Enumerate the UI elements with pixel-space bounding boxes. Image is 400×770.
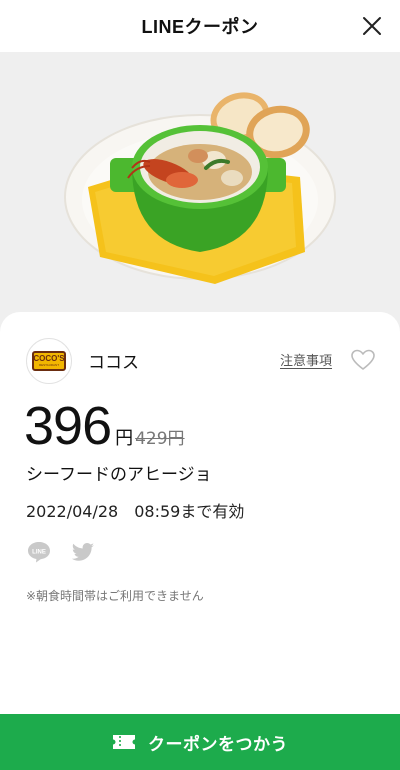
terms-link[interactable]: 注意事項 — [280, 350, 332, 369]
shop-logo: COCO'S RESTAURANT — [26, 338, 72, 384]
ticket-icon — [113, 735, 135, 749]
expiry-date: 2022/04/28 08:59まで有効 — [26, 502, 245, 521]
ajillo-photo — [0, 52, 400, 332]
shop-row: COCO'S RESTAURANT ココス 注意事項 — [26, 338, 376, 384]
coupon-hero-image — [0, 52, 400, 332]
heart-outline-icon[interactable] — [350, 348, 376, 372]
price-row: 396 円 429円 — [24, 396, 185, 456]
close-icon[interactable] — [360, 14, 384, 38]
svg-text:LINE: LINE — [32, 550, 46, 556]
header-title: LINEクーポン — [141, 17, 259, 37]
coupon-card: COCO'S RESTAURANT ココス 注意事項 396 円 429円 シー… — [0, 312, 400, 770]
original-price: 429円 — [135, 429, 185, 449]
use-coupon-label: クーポンをつかう — [148, 734, 288, 755]
use-coupon-button[interactable]: クーポンをつかう — [0, 714, 400, 770]
current-price: 396 — [24, 396, 112, 456]
cocos-logo-badge: COCO'S RESTAURANT — [32, 351, 66, 371]
shop-name: ココス — [88, 353, 139, 373]
logo-sub-text: RESTAURANT — [38, 363, 60, 367]
line-icon[interactable]: LINE — [26, 540, 52, 564]
header-bar: LINEクーポン — [0, 0, 400, 52]
logo-main-text: COCO'S — [33, 354, 65, 363]
breakfast-notice: ※朝食時間帯はご利用できません — [26, 589, 204, 603]
product-name: シーフードのアヒージョ — [26, 465, 212, 485]
twitter-icon[interactable] — [70, 540, 96, 564]
currency-label: 円 — [115, 428, 134, 449]
